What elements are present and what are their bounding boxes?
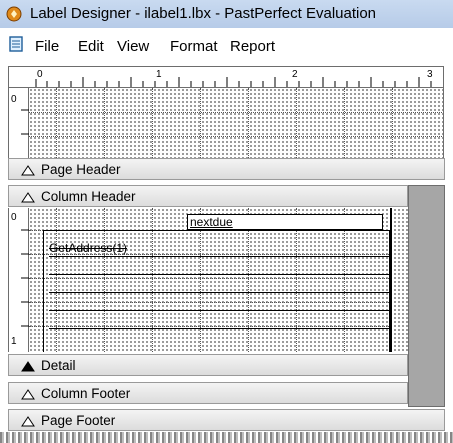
band-label: Column Footer: [41, 386, 131, 401]
address-line-2: [49, 274, 389, 275]
menu-view[interactable]: View: [117, 38, 149, 55]
address-line-1: [49, 256, 389, 257]
band-detail[interactable]: Detail: [8, 354, 408, 376]
document-icon[interactable]: [8, 35, 26, 53]
ruler-mark-1: 1: [156, 69, 162, 80]
app-icon: [6, 6, 22, 22]
ruler-mark-0: 0: [37, 69, 43, 80]
vruler-ticks: [21, 109, 29, 135]
band-collapse-icon: [21, 361, 35, 372]
page-header-grid[interactable]: [29, 88, 444, 158]
menu-bar: [0, 28, 453, 64]
bottom-edge: [0, 432, 453, 443]
ruler-ticks: [35, 77, 432, 87]
band-expand-icon: [21, 192, 35, 203]
field-getaddress[interactable]: GetAddress(1): [49, 242, 389, 256]
menu-file[interactable]: File: [35, 38, 59, 55]
menu-edit[interactable]: Edit: [78, 38, 104, 55]
vertical-ruler-detail: 0 1: [8, 208, 29, 352]
band-label: Column Header: [41, 189, 136, 204]
ruler-mark-3: 3: [427, 69, 433, 80]
band-column-header[interactable]: Column Header: [8, 185, 408, 207]
vertical-ruler-page-header: 0: [8, 88, 29, 158]
address-line-4: [49, 310, 389, 311]
horizontal-ruler: 0 1 2 3: [8, 66, 444, 88]
band-expand-icon: [21, 389, 35, 400]
band-label: Page Header: [41, 162, 121, 177]
band-label: Detail: [41, 358, 76, 373]
ruler-mark-2: 2: [292, 69, 298, 80]
band-column-footer[interactable]: Column Footer: [8, 382, 408, 404]
detail-grid[interactable]: nextdue GetAddress(1): [29, 208, 408, 352]
address-line-3: [49, 292, 389, 293]
menu-report[interactable]: Report: [230, 38, 275, 55]
menu-format[interactable]: Format: [170, 38, 218, 55]
band-label: Page Footer: [41, 413, 116, 428]
address-line-5: [49, 328, 389, 329]
field-nextdue[interactable]: nextdue: [187, 214, 383, 230]
vruler-ticks-detail: [21, 229, 29, 327]
column-gutter-panel: [408, 185, 445, 407]
band-page-footer[interactable]: Page Footer: [8, 409, 445, 431]
band-expand-icon: [21, 416, 35, 427]
column-right-border: [390, 208, 392, 352]
band-page-header[interactable]: Page Header: [8, 158, 445, 180]
band-expand-icon: [21, 165, 35, 176]
window-title: Label Designer - ilabel1.lbx - PastPerfe…: [30, 5, 377, 22]
